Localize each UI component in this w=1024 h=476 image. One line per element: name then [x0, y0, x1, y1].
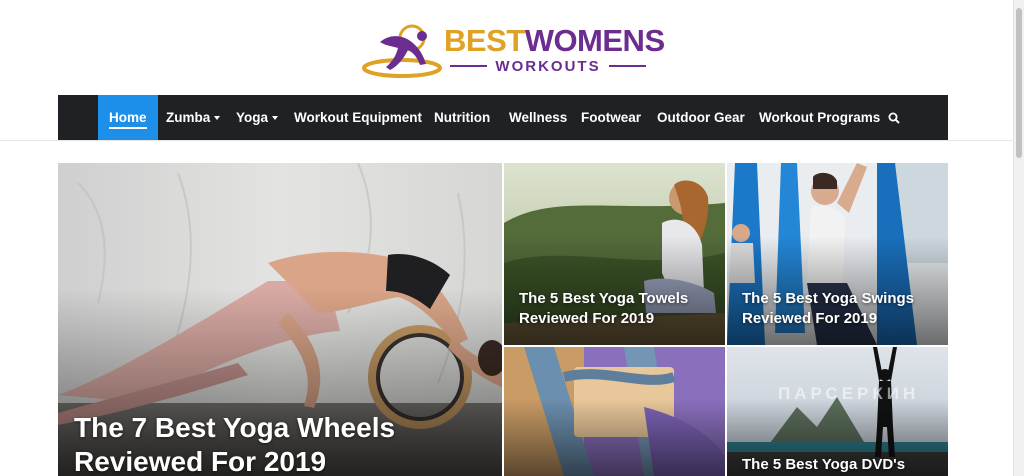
- main-navbar: Home Zumba Yoga Workout Equipment Nutrit…: [58, 95, 948, 140]
- article-card-yoga-dvds[interactable]: The 5 Best Yoga DVD's: [727, 347, 948, 476]
- search-button[interactable]: [888, 95, 900, 140]
- site-logo[interactable]: BESTWOMENS WORKOUTS: [362, 18, 665, 82]
- header-divider: [0, 140, 1014, 141]
- chevron-down-icon: [214, 116, 221, 121]
- article-title: The 5 Best Yoga DVD's: [742, 456, 906, 473]
- article-card-yoga-wheels[interactable]: The 7 Best Yoga Wheels Reviewed For 2019: [58, 163, 502, 476]
- logo-rule-left: [450, 65, 488, 67]
- nav-zumba-label: Zumba: [166, 110, 211, 125]
- logo-subtitle-text: WORKOUTS: [495, 57, 601, 75]
- nav-zumba[interactable]: Zumba: [166, 95, 221, 140]
- article-card-yoga-straps[interactable]: [504, 347, 725, 476]
- nav-yoga-label: Yoga: [236, 110, 269, 125]
- nav-footwear[interactable]: Footwear: [581, 95, 641, 140]
- nav-outdoor-gear[interactable]: Outdoor Gear: [657, 95, 745, 140]
- article-title: The 5 Best Yoga Swings Reviewed For 2019: [742, 290, 914, 327]
- nav-home-label: Home: [109, 110, 147, 125]
- chevron-down-icon: [272, 116, 279, 121]
- logo-brand-text: BESTWOMENS: [444, 23, 665, 58]
- scrollbar-thumb[interactable]: [1016, 8, 1022, 158]
- search-icon: [888, 112, 900, 125]
- page-scrollbar[interactable]: [1013, 0, 1024, 476]
- nav-home[interactable]: Home: [98, 95, 158, 140]
- article-title: The 7 Best Yoga Wheels Reviewed For 2019: [74, 412, 396, 476]
- watermark-text: ПАРСЕРКИН: [778, 384, 920, 403]
- article-title: The 5 Best Yoga Towels Reviewed For 2019: [519, 290, 689, 327]
- nav-workout-equipment[interactable]: Workout Equipment: [294, 95, 422, 140]
- yoga-woman-logo-icon: [362, 24, 442, 78]
- article-card-yoga-towels[interactable]: The 5 Best Yoga Towels Reviewed For 2019: [504, 163, 725, 345]
- nav-nutrition[interactable]: Nutrition: [434, 95, 490, 140]
- nav-yoga[interactable]: Yoga: [236, 95, 279, 140]
- active-underline: [109, 127, 147, 129]
- nav-wellness[interactable]: Wellness: [509, 95, 567, 140]
- logo-rule-right: [608, 65, 647, 67]
- logo-subtitle: WORKOUTS: [450, 56, 647, 76]
- image-overlay: [504, 398, 725, 476]
- nav-workout-programs[interactable]: Workout Programs: [759, 95, 880, 140]
- article-card-yoga-swings[interactable]: The 5 Best Yoga Swings Reviewed For 2019: [727, 163, 948, 345]
